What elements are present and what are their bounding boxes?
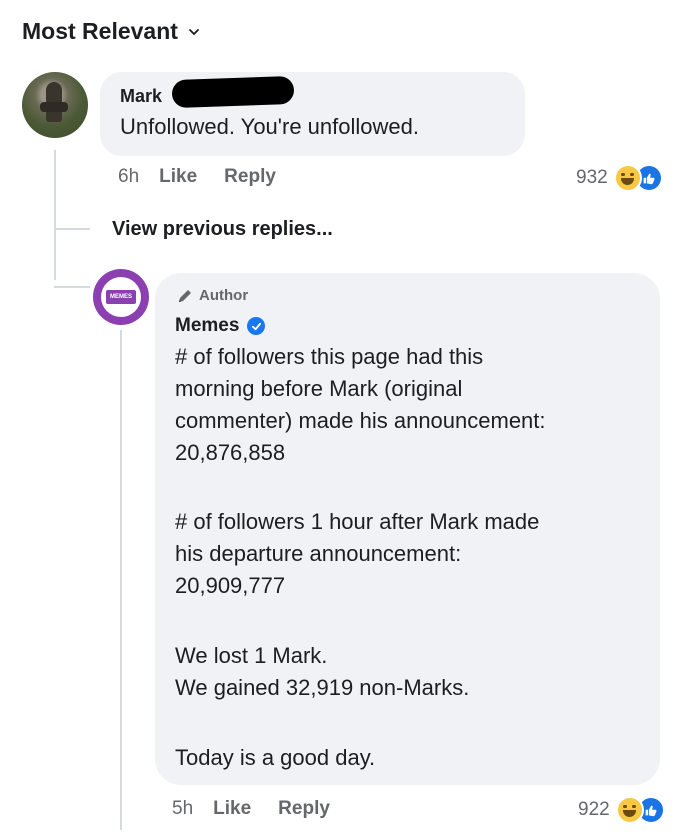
reply-line: morning before Mark (original xyxy=(175,376,463,401)
reply-link[interactable]: Reply xyxy=(224,166,276,188)
comment-timestamp[interactable]: 6h xyxy=(118,166,139,188)
reply-line: # of followers 1 hour after Mark made xyxy=(175,509,540,534)
reply-paragraph: We lost 1 Mark. We gained 32,919 non-Mar… xyxy=(175,640,645,704)
reaction-summary[interactable]: 932 xyxy=(576,164,663,192)
reply-bubble: Author Memes # of followers this page ha… xyxy=(155,273,660,785)
comment-bubble: Mark Unfollowed. You're unfollowed. xyxy=(100,72,525,156)
reply-actions: 5h Like Reply xyxy=(172,798,357,820)
commenter-avatar[interactable] xyxy=(22,72,88,138)
reply-author-row: Memes xyxy=(175,315,266,337)
haha-icon xyxy=(615,796,644,824)
memes-logo: MEMES xyxy=(106,290,136,304)
comment-actions: 6h Like Reply xyxy=(118,166,303,188)
like-link[interactable]: Like xyxy=(213,798,251,820)
author-badge-label: Author xyxy=(199,287,249,304)
chevron-down-icon xyxy=(189,28,199,35)
redaction-mark xyxy=(171,75,295,109)
verified-badge-icon xyxy=(247,317,266,335)
reply-paragraph: Today is a good day. xyxy=(175,742,645,774)
author-badge: Author xyxy=(177,287,248,304)
reply-line: Today is a good day. xyxy=(175,745,376,770)
reply-line: 20,876,858 xyxy=(175,440,286,465)
memes-avatar[interactable]: MEMES xyxy=(93,269,149,325)
reply-paragraph: # of followers this page had this mornin… xyxy=(175,341,645,469)
reply-thread-line xyxy=(120,330,122,830)
reaction-count: 932 xyxy=(576,167,608,188)
like-link[interactable]: Like xyxy=(159,166,197,188)
reply-line: # of followers this page had this xyxy=(175,344,484,369)
reply-line: his departure announcement: xyxy=(175,541,462,566)
thread-line xyxy=(54,150,56,280)
reply-timestamp[interactable]: 5h xyxy=(172,798,193,820)
reply-author-name[interactable]: Memes xyxy=(175,315,239,337)
reply-line: We gained 32,919 non-Marks. xyxy=(175,675,470,700)
sort-label: Most Relevant xyxy=(22,18,178,44)
reply-paragraph: # of followers 1 hour after Mark made hi… xyxy=(175,506,645,602)
reply-line: 20,909,777 xyxy=(175,573,286,598)
thread-branch xyxy=(54,286,90,288)
sort-dropdown[interactable]: Most Relevant xyxy=(22,18,200,45)
view-previous-replies-link[interactable]: View previous replies... xyxy=(112,218,333,241)
haha-icon xyxy=(613,164,642,192)
reply-line: commenter) made his announcement: xyxy=(175,408,546,433)
reply-reaction-summary[interactable]: 922 xyxy=(578,796,665,824)
commenter-name[interactable]: Mark xyxy=(120,86,162,107)
thread-branch xyxy=(54,228,90,230)
pencil-icon xyxy=(179,289,191,302)
reply-link[interactable]: Reply xyxy=(278,798,330,820)
reaction-count: 922 xyxy=(578,799,610,820)
comment-text: Unfollowed. You're unfollowed. xyxy=(120,114,419,139)
reply-line: We lost 1 Mark. xyxy=(175,643,328,668)
